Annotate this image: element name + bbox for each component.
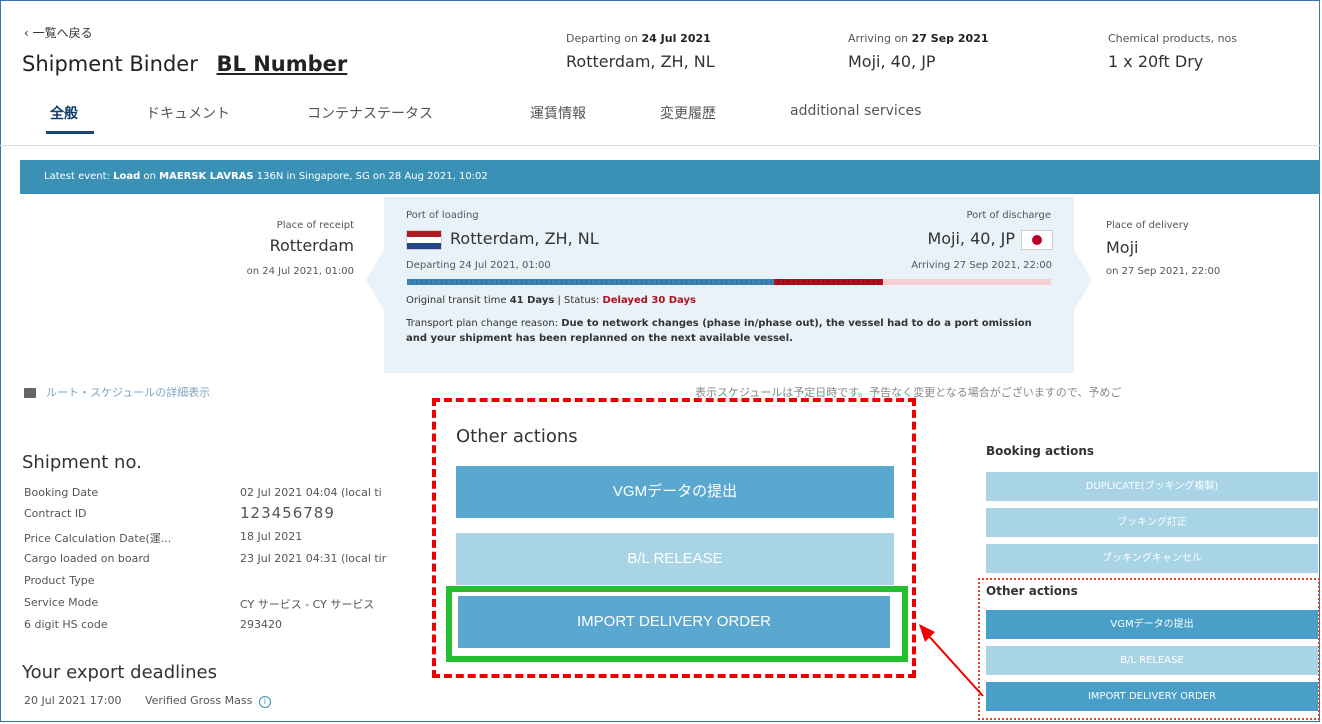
plan-arrow bbox=[1074, 250, 1092, 310]
detail-value: CY サービス - CY サービス bbox=[240, 598, 375, 611]
banner-on: on bbox=[143, 171, 156, 182]
banner-vessel: MAERSK LAVRAS bbox=[159, 171, 254, 182]
japan-flag-icon bbox=[1021, 229, 1053, 250]
plan-change-reason: Transport plan change reason: Due to net… bbox=[406, 316, 1046, 346]
active-tab-indicator bbox=[46, 131, 94, 134]
duplicate-booking-button[interactable]: DUPLICATE(ブッキング複製) bbox=[986, 472, 1318, 501]
loading-port: Rotterdam, ZH, NL bbox=[406, 229, 599, 250]
transit-progress-bar bbox=[407, 279, 1051, 285]
delivery-label: Place of delivery bbox=[1106, 220, 1189, 231]
other-actions-title: Other actions bbox=[456, 426, 578, 447]
plan-notch bbox=[366, 250, 384, 310]
cancel-booking-button[interactable]: ブッキングキャンセル bbox=[986, 544, 1318, 573]
page-title: Shipment Binder BL Number bbox=[22, 52, 347, 76]
route-link-label: ルート・スケジュールの詳細表示 bbox=[46, 386, 211, 399]
cargo-description: Chemical products, nos bbox=[1108, 32, 1237, 45]
transit-status: Original transit time 41 Days | Status: … bbox=[406, 295, 696, 306]
progress-on-time bbox=[407, 279, 774, 285]
arriving-place: Moji, 40, JP bbox=[848, 52, 936, 71]
detail-value: 18 Jul 2021 bbox=[240, 530, 303, 543]
detail-value: 23 Jul 2021 04:31 (local tir bbox=[240, 552, 387, 565]
callout-arrow bbox=[919, 624, 984, 697]
tab-container-status[interactable]: コンテナステータス bbox=[307, 103, 433, 123]
tab-documents[interactable]: ドキュメント bbox=[146, 103, 230, 123]
detail-value: 02 Jul 2021 04:04 (local ti bbox=[240, 486, 382, 499]
receipt-label: Place of receipt bbox=[276, 220, 354, 231]
transport-plan-panel bbox=[384, 197, 1074, 373]
bl-release-button-small[interactable]: B/L RELEASE bbox=[986, 646, 1318, 675]
route-schedule-link[interactable]: ルート・スケジュールの詳細表示 bbox=[24, 384, 210, 400]
banner-event: Load bbox=[113, 171, 141, 182]
discharge-port: Moji, 40, JP bbox=[860, 229, 1053, 250]
bl-number-link[interactable]: BL Number bbox=[217, 52, 348, 76]
calendar-icon bbox=[24, 388, 36, 398]
deadline-date: 20 Jul 2021 17:00 bbox=[24, 694, 122, 707]
receipt-place: Rotterdam bbox=[269, 236, 354, 255]
delivery-time: on 27 Sep 2021, 22:00 bbox=[1106, 266, 1221, 277]
tab-general-label: 全般 bbox=[50, 106, 78, 122]
transit-days: 41 Days bbox=[509, 295, 555, 306]
detail-key: Booking Date bbox=[24, 486, 99, 499]
banner-rest: 136N in Singapore, SG on 28 Aug 2021, 10… bbox=[256, 171, 488, 182]
discharge-place: Moji, 40, JP bbox=[927, 229, 1015, 248]
arriving-prefix: Arriving on bbox=[848, 32, 909, 45]
detail-key: Price Calculation Date(運... bbox=[24, 532, 172, 545]
tab-freight-info[interactable]: 運賃情報 bbox=[530, 103, 586, 123]
back-link[interactable]: ‹ 一覧へ戻る bbox=[24, 24, 93, 41]
detail-key: Service Mode bbox=[24, 596, 99, 609]
loading-place: Rotterdam, ZH, NL bbox=[450, 229, 599, 248]
banner-prefix: Latest event: bbox=[44, 171, 110, 182]
delivery-place: Moji bbox=[1106, 238, 1139, 257]
title-text: Shipment Binder bbox=[22, 52, 198, 76]
vgm-submit-button-small[interactable]: VGMデータの提出 bbox=[986, 610, 1318, 639]
progress-delayed bbox=[774, 279, 883, 285]
progress-remaining bbox=[883, 279, 1051, 285]
detail-key: Product Type bbox=[24, 574, 95, 587]
transit-prefix: Original transit time bbox=[406, 295, 507, 306]
detail-value: 293420 bbox=[240, 618, 282, 631]
status-prefix: | Status: bbox=[557, 295, 600, 306]
other-actions-title-small: Other actions bbox=[986, 584, 1078, 598]
detail-value: 123456789 bbox=[240, 504, 335, 522]
discharge-label: Port of discharge bbox=[966, 210, 1051, 221]
detail-key: 6 digit HS code bbox=[24, 618, 108, 631]
container-summary: 1 x 20ft Dry bbox=[1108, 52, 1204, 71]
deadline-row: 20 Jul 2021 17:00 Verified Gross Mass i bbox=[24, 694, 271, 708]
arrow-shaft bbox=[926, 633, 984, 697]
departing-place: Rotterdam, ZH, NL bbox=[566, 52, 715, 71]
receipt-time: on 24 Jul 2021, 01:00 bbox=[246, 266, 354, 277]
reason-prefix: Transport plan change reason: bbox=[406, 318, 559, 329]
netherlands-flag-icon bbox=[406, 229, 442, 250]
detail-key: Cargo loaded on board bbox=[24, 552, 150, 565]
bl-release-button[interactable]: B/L RELEASE bbox=[456, 533, 894, 585]
arriving-label: Arriving on 27 Sep 2021 bbox=[848, 32, 989, 45]
amend-booking-button[interactable]: ブッキング訂正 bbox=[986, 508, 1318, 537]
tab-additional-services[interactable]: additional services bbox=[790, 103, 921, 119]
departing-prefix: Departing on bbox=[566, 32, 639, 45]
deadline-label: Verified Gross Mass bbox=[144, 694, 253, 707]
tab-change-history[interactable]: 変更履歴 bbox=[660, 103, 716, 123]
booking-actions-title: Booking actions bbox=[986, 444, 1095, 458]
departing-time: Departing 24 Jul 2021, 01:00 bbox=[406, 260, 551, 271]
import-delivery-order-button-small[interactable]: IMPORT DELIVERY ORDER bbox=[986, 682, 1318, 711]
import-delivery-order-highlight bbox=[446, 586, 908, 662]
latest-event-banner: Latest event: Load on MAERSK LAVRAS 136N… bbox=[20, 160, 1320, 194]
status-delayed: Delayed 30 Days bbox=[602, 295, 696, 306]
tabs-divider bbox=[0, 145, 1320, 146]
loading-label: Port of loading bbox=[406, 210, 479, 221]
departing-label: Departing on 24 Jul 2021 bbox=[566, 32, 711, 45]
departing-date: 24 Jul 2021 bbox=[641, 32, 711, 45]
arriving-date: 27 Sep 2021 bbox=[911, 32, 989, 45]
detail-key: Contract ID bbox=[24, 507, 87, 520]
shipment-title: Shipment no. bbox=[22, 452, 142, 473]
info-icon[interactable]: i bbox=[258, 696, 271, 708]
export-deadlines-title: Your export deadlines bbox=[22, 662, 217, 683]
arriving-time: Arriving 27 Sep 2021, 22:00 bbox=[911, 260, 1052, 271]
tab-general[interactable]: 全般 bbox=[46, 103, 94, 134]
vgm-submit-button[interactable]: VGMデータの提出 bbox=[456, 466, 894, 518]
